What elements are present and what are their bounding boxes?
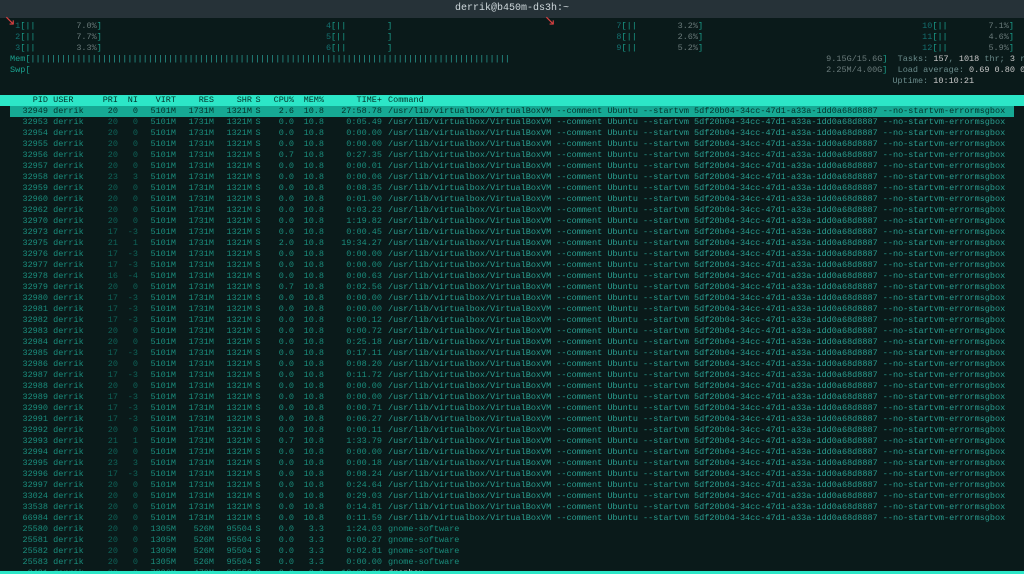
- cpu-meter-12: 12[|| 5.9%]: [922, 43, 1014, 54]
- process-list[interactable]: 32949 derrik2005101M1731M1321MS2.610.827…: [0, 106, 1024, 574]
- hdr-cpu[interactable]: CPU%: [264, 95, 294, 106]
- cpu-meter-11: 11[|| 4.6%]: [922, 32, 1014, 43]
- process-row[interactable]: 32973 derrik17-35101M1731M1321MS0.010.80…: [10, 227, 1014, 238]
- process-row[interactable]: 32949 derrik2005101M1731M1321MS2.610.827…: [10, 106, 1014, 117]
- process-row[interactable]: 32987 derrik17-35101M1731M1321MS0.010.80…: [10, 370, 1014, 381]
- process-row[interactable]: 25582 derrik2001305M526M95504S0.03.30:02…: [10, 546, 1014, 557]
- cpu-meter-2: 2[|| 7.7%]: [10, 32, 102, 43]
- process-row[interactable]: 32992 derrik2005101M1731M1321MS0.010.80:…: [10, 425, 1014, 436]
- process-row[interactable]: 32960 derrik2005101M1731M1321MS0.010.80:…: [10, 194, 1014, 205]
- process-row[interactable]: 32986 derrik2005101M1731M1321MS0.010.80:…: [10, 359, 1014, 370]
- process-row[interactable]: 32979 derrik2005101M1731M1321MS0.710.80:…: [10, 282, 1014, 293]
- process-row[interactable]: 32955 derrik2005101M1731M1321MS0.010.80:…: [10, 139, 1014, 150]
- process-row[interactable]: 33538 derrik2005101M1731M1321MS0.010.80:…: [10, 502, 1014, 513]
- hdr-shr[interactable]: SHR: [214, 95, 252, 106]
- process-row[interactable]: 32980 derrik17-35101M1731M1321MS0.010.80…: [10, 293, 1014, 304]
- process-row[interactable]: 32993 derrik2115101M1731M1321MS0.710.81:…: [10, 436, 1014, 447]
- process-row[interactable]: 32958 derrik2335101M1731M1321MS0.010.80:…: [10, 172, 1014, 183]
- cpu-meter-9: 9[|| 5.2%]: [611, 43, 703, 54]
- process-row[interactable]: 25581 derrik2001305M526M95504S0.03.30:00…: [10, 535, 1014, 546]
- hdr-user[interactable]: USER: [48, 95, 94, 106]
- process-row[interactable]: 32962 derrik2005101M1731M1321MS0.010.80:…: [10, 205, 1014, 216]
- hdr-pid[interactable]: PID: [10, 95, 48, 106]
- swp-meter: Swp[ 2.25M/4.00G] Load average: 0.69 0.8…: [10, 65, 1014, 76]
- cpu-meter-8: 8[|| 2.6%]: [611, 32, 703, 43]
- cpu-meter-6: 6[|| ]: [321, 43, 392, 54]
- process-row[interactable]: 32976 derrik17-35101M1731M1321MS0.010.80…: [10, 249, 1014, 260]
- process-row[interactable]: 32991 derrik17-35101M1731M1321MS0.010.80…: [10, 414, 1014, 425]
- process-row[interactable]: 32996 derrik17-35101M1731M1321MS0.010.80…: [10, 469, 1014, 480]
- mem-meter: Mem[||||||||||||||||||||||||||||||||||||…: [10, 54, 1014, 65]
- process-row[interactable]: 32959 derrik2005101M1731M1321MS0.010.80:…: [10, 183, 1014, 194]
- process-row[interactable]: 32956 derrik2005101M1731M1321MS0.710.80:…: [10, 150, 1014, 161]
- process-row[interactable]: 32984 derrik2005101M1731M1321MS0.010.80:…: [10, 337, 1014, 348]
- process-row[interactable]: 32988 derrik2005101M1731M1321MS0.010.80:…: [10, 381, 1014, 392]
- process-row[interactable]: 32953 derrik2005101M1731M1321MS0.010.80:…: [10, 117, 1014, 128]
- cpu-meter-5: 5[|| ]: [321, 32, 392, 43]
- uptime: Uptime: 10:10:21: [10, 76, 1014, 87]
- process-row[interactable]: 25583 derrik2001305M526M95504S0.03.30:00…: [10, 557, 1014, 568]
- meters-panel: 1[|| 7.0%] 2[|| 7.7%] 3[|| 3.3%] 4[|| ] …: [0, 18, 1024, 95]
- hdr-res[interactable]: RES: [176, 95, 214, 106]
- hdr-pri[interactable]: PRI: [94, 95, 118, 106]
- process-row[interactable]: 66984 derrik2005101M1731M1321MS0.010.80:…: [10, 513, 1014, 524]
- cpu-meter-4: 4[|| ]: [321, 21, 392, 32]
- process-row[interactable]: 32978 derrik16-45101M1731M1321MS0.010.80…: [10, 271, 1014, 282]
- cpu-meter-10: 10[|| 7.1%]: [922, 21, 1014, 32]
- window-title: derrik@b450m-ds3h:~: [0, 0, 1024, 18]
- cpu-meter-1: 1[|| 7.0%]: [10, 21, 102, 32]
- cpu-meter-7: 7[|| 3.2%]: [611, 21, 703, 32]
- hdr-mem[interactable]: MEM%: [294, 95, 324, 106]
- process-row[interactable]: 32983 derrik2005101M1731M1321MS0.010.80:…: [10, 326, 1014, 337]
- process-row[interactable]: 32981 derrik17-35101M1731M1321MS0.010.80…: [10, 304, 1014, 315]
- process-row[interactable]: 33024 derrik2005101M1731M1321MS0.010.80:…: [10, 491, 1014, 502]
- hdr-ni[interactable]: NI: [118, 95, 138, 106]
- process-row[interactable]: 25580 derrik2001305M526M95504S0.03.31:24…: [10, 524, 1014, 535]
- process-row[interactable]: 32990 derrik17-35101M1731M1321MS0.010.80…: [10, 403, 1014, 414]
- hdr-cmd[interactable]: Command: [382, 95, 424, 106]
- process-row[interactable]: 32957 derrik2005101M1731M1321MS0.010.80:…: [10, 161, 1014, 172]
- process-row[interactable]: 32982 derrik17-35101M1731M1321MS0.010.80…: [10, 315, 1014, 326]
- process-row[interactable]: 32985 derrik17-35101M1731M1321MS0.010.80…: [10, 348, 1014, 359]
- process-row[interactable]: 32970 derrik2005101M1731M1321MS0.010.81:…: [10, 216, 1014, 227]
- hdr-virt[interactable]: VIRT: [138, 95, 176, 106]
- hdr-s[interactable]: S: [252, 95, 264, 106]
- process-row[interactable]: 32975 derrik2115101M1731M1321MS2.010.819…: [10, 238, 1014, 249]
- process-row[interactable]: 32989 derrik17-35101M1731M1321MS0.010.80…: [10, 392, 1014, 403]
- hdr-time[interactable]: TIME+: [324, 95, 382, 106]
- process-row[interactable]: 32997 derrik2005101M1731M1321MS0.010.80:…: [10, 480, 1014, 491]
- cpu-meter-3: 3[|| 3.3%]: [10, 43, 102, 54]
- process-row[interactable]: 32954 derrik2005101M1731M1321MS0.010.80:…: [10, 128, 1014, 139]
- process-row[interactable]: 32977 derrik17-35101M1731M1321MS0.010.80…: [10, 260, 1014, 271]
- column-headers[interactable]: PID USER PRI NI VIRT RES SHR S CPU% MEM%…: [0, 95, 1024, 106]
- process-row[interactable]: 32995 derrik2335101M1731M1321MS0.010.80:…: [10, 458, 1014, 469]
- process-row[interactable]: 32994 derrik2005101M1731M1321MS0.010.80:…: [10, 447, 1014, 458]
